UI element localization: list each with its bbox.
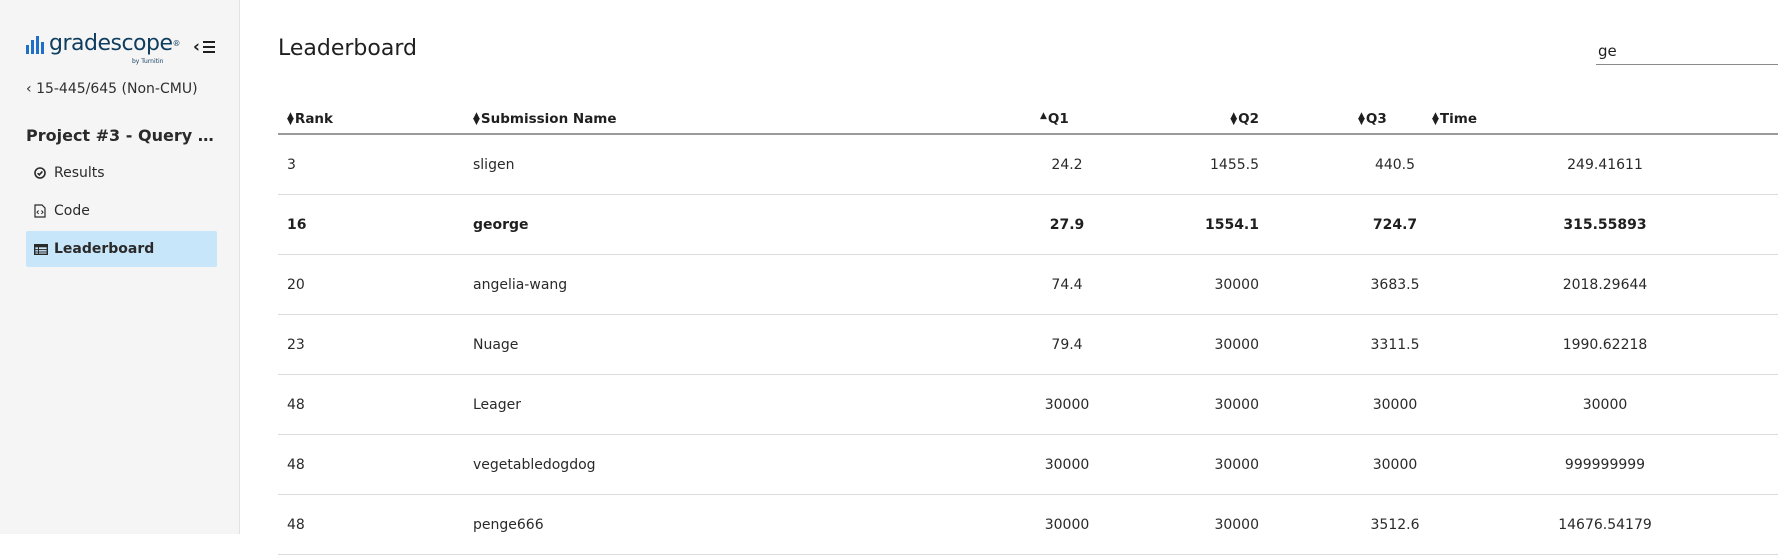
q1-cell: 27.9 xyxy=(1040,194,1094,255)
assignment-title: Project #3 - Query Exe... xyxy=(26,126,216,145)
chevron-left-icon: ‹ xyxy=(26,81,37,97)
submission-name-cell: vegetabledogdog xyxy=(472,434,1040,495)
q2-cell: 1455.5 xyxy=(1094,134,1358,195)
q1-cell: 79.4 xyxy=(1040,314,1094,375)
q2-cell: 30000 xyxy=(1094,374,1358,435)
logo-bars-icon xyxy=(26,36,44,54)
leaderboard-table: ▲ ▼ Rank ▲ ▼ Submission Name ▲ Q1 ▲ ▼ Q2 ▲ ▼ Q3 … xyxy=(278,104,1778,555)
code-file-icon xyxy=(34,204,54,218)
rank-cell: 48 xyxy=(278,374,472,435)
column-header-q1[interactable]: ▲ Q1 xyxy=(1040,104,1094,135)
table-row: 48 Leager 30000 30000 30000 30000 xyxy=(278,374,1778,435)
column-header-submission-name[interactable]: ▲ ▼ Submission Name xyxy=(472,104,1040,135)
chevron-left-icon: ‹ xyxy=(193,37,201,57)
q3-cell: 3311.5 xyxy=(1358,314,1432,375)
q3-cell: 724.7 xyxy=(1358,194,1432,255)
submission-name-cell: Nuage xyxy=(472,314,1040,375)
page-title: Leaderboard xyxy=(278,36,417,61)
submission-name-cell: sligen xyxy=(472,134,1040,195)
course-back-link[interactable]: ‹ 15-445/645 (Non-CMU) xyxy=(26,81,198,97)
column-header-rank[interactable]: ▲ ▼ Rank xyxy=(278,104,472,135)
sort-icon: ▲ ▼ xyxy=(1358,110,1365,127)
rank-cell: 23 xyxy=(278,314,472,375)
table-row-current-user: 16 george 27.9 1554.1 724.7 315.55893 xyxy=(278,194,1778,255)
assignment-nav: Results Code Leaderboard xyxy=(26,155,217,269)
q3-cell: 440.5 xyxy=(1358,134,1432,195)
q2-cell: 30000 xyxy=(1094,434,1358,495)
time-cell: 315.55893 xyxy=(1432,194,1778,255)
time-cell: 1990.62218 xyxy=(1432,314,1778,375)
rank-cell: 48 xyxy=(278,434,472,495)
q3-cell: 3683.5 xyxy=(1358,254,1432,315)
leaderboard-search-input[interactable] xyxy=(1596,38,1778,65)
q3-cell: 30000 xyxy=(1358,374,1432,435)
rank-cell: 20 xyxy=(278,254,472,315)
sidebar-item-label: Results xyxy=(54,165,105,181)
time-cell: 2018.29644 xyxy=(1432,254,1778,315)
column-header-q2[interactable]: ▲ ▼ Q2 xyxy=(1094,104,1358,135)
q1-cell: 74.4 xyxy=(1040,254,1094,315)
time-cell: 14676.54179 xyxy=(1432,494,1778,555)
sidebar-item-results[interactable]: Results xyxy=(26,155,217,191)
gradescope-logo[interactable]: gradescope® by Turnitin xyxy=(26,31,181,65)
menu-icon xyxy=(203,41,216,53)
collapse-sidebar-button[interactable]: ‹ xyxy=(193,37,219,57)
sidebar: gradescope® by Turnitin ‹ ‹ 15-445/645 (… xyxy=(0,0,240,534)
rank-cell: 48 xyxy=(278,494,472,555)
q2-cell: 30000 xyxy=(1094,314,1358,375)
table-row: 3 sligen 24.2 1455.5 440.5 249.41611 xyxy=(278,134,1778,195)
time-cell: 999999999 xyxy=(1432,434,1778,495)
column-header-q3[interactable]: ▲ ▼ Q3 xyxy=(1358,104,1432,135)
logo-byline: by Turnitin xyxy=(132,58,164,65)
q1-cell: 24.2 xyxy=(1040,134,1094,195)
q1-cell: 30000 xyxy=(1040,494,1094,555)
q2-cell: 30000 xyxy=(1094,494,1358,555)
sort-icon: ▲ ▼ xyxy=(1230,110,1238,127)
table-row: 20 angelia-wang 74.4 30000 3683.5 2018.2… xyxy=(278,254,1778,315)
submission-name-cell: george xyxy=(472,194,1040,255)
submission-name-cell: Leager xyxy=(472,374,1040,435)
sort-icon: ▲ ▼ xyxy=(1432,110,1439,127)
time-cell: 30000 xyxy=(1432,374,1778,435)
logo-wordmark: gradescope® xyxy=(49,31,181,56)
table-row: 48 penge666 30000 30000 3512.6 14676.541… xyxy=(278,494,1778,555)
table-row: 23 Nuage 79.4 30000 3311.5 1990.62218 xyxy=(278,314,1778,375)
q1-cell: 30000 xyxy=(1040,434,1094,495)
sidebar-item-label: Code xyxy=(54,203,90,219)
rank-cell: 16 xyxy=(278,194,472,255)
sidebar-item-code[interactable]: Code xyxy=(26,193,217,229)
q3-cell: 3512.6 xyxy=(1358,494,1432,555)
sidebar-item-leaderboard[interactable]: Leaderboard xyxy=(26,231,217,267)
submission-name-cell: angelia-wang xyxy=(472,254,1040,315)
rank-cell: 3 xyxy=(278,134,472,195)
sort-icon: ▲ ▼ xyxy=(287,110,294,127)
time-cell: 249.41611 xyxy=(1432,134,1778,195)
submission-name-cell: penge666 xyxy=(472,494,1040,555)
check-circle-icon xyxy=(34,167,54,179)
q2-cell: 1554.1 xyxy=(1094,194,1358,255)
sort-icon: ▲ ▼ xyxy=(473,110,480,127)
table-header-row: ▲ ▼ Rank ▲ ▼ Submission Name ▲ Q1 ▲ ▼ Q2 ▲ ▼ Q3 … xyxy=(278,104,1778,135)
q2-cell: 30000 xyxy=(1094,254,1358,315)
column-header-time[interactable]: ▲ ▼ Time xyxy=(1432,104,1778,135)
sidebar-item-label: Leaderboard xyxy=(54,241,155,257)
q1-cell: 30000 xyxy=(1040,374,1094,435)
table-icon xyxy=(34,243,54,255)
sort-ascending-icon: ▲ xyxy=(1040,110,1047,121)
q3-cell: 30000 xyxy=(1358,434,1432,495)
table-row: 48 vegetabledogdog 30000 30000 30000 999… xyxy=(278,434,1778,495)
